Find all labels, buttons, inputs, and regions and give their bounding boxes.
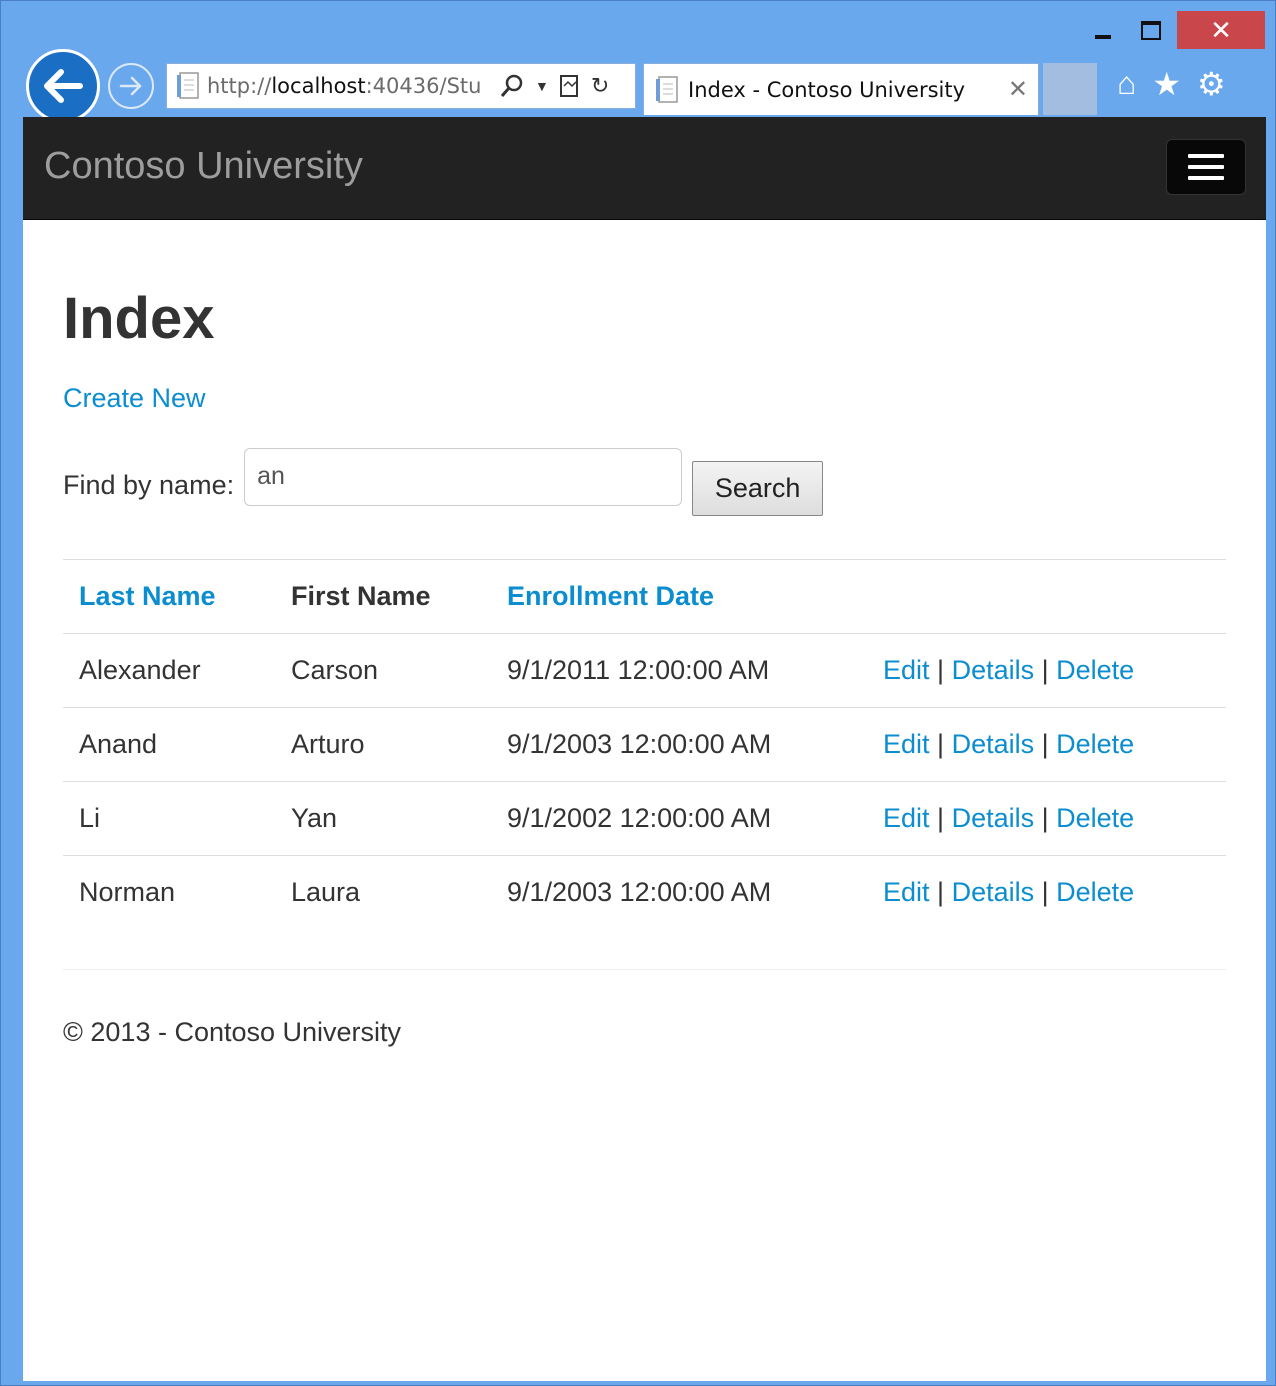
cell-last-name: Alexander — [63, 633, 275, 708]
footer-divider — [63, 969, 1226, 970]
cell-first-name: Laura — [275, 855, 491, 929]
cell-actions: Edit | Details | Delete — [867, 633, 1226, 708]
delete-link[interactable]: Delete — [1056, 803, 1134, 833]
search-input[interactable] — [244, 447, 683, 506]
header-enrollment-date[interactable]: Enrollment Date — [491, 559, 867, 634]
hamburger-icon-bar — [1188, 165, 1224, 169]
search-button[interactable]: Search — [692, 461, 824, 516]
minimize-button[interactable] — [1083, 11, 1123, 49]
separator: | — [1041, 729, 1049, 759]
separator: | — [937, 729, 945, 759]
hamburger-icon-bar — [1188, 176, 1224, 180]
table-row: Anand Arturo 9/1/2003 12:00:00 AM Edit |… — [63, 707, 1226, 782]
navbar: Contoso University — [23, 117, 1266, 220]
cell-enrollment-date: 9/1/2011 12:00:00 AM — [491, 633, 867, 708]
browser-tab[interactable]: Index - Contoso University ✕ — [643, 63, 1039, 115]
search-form: Find by name: Search — [63, 437, 824, 516]
page-icon — [656, 75, 678, 103]
separator: | — [937, 877, 945, 907]
home-icon[interactable]: ⌂ — [1117, 65, 1136, 103]
separator: | — [1041, 655, 1049, 685]
back-button[interactable] — [26, 49, 100, 123]
cell-last-name: Norman — [63, 855, 275, 929]
cell-actions: Edit | Details | Delete — [867, 707, 1226, 782]
arrow-right-icon — [119, 76, 142, 96]
address-bar[interactable]: http://localhost:40436/Stu ▼ ↻ — [166, 63, 636, 109]
edit-link[interactable]: Edit — [883, 803, 930, 833]
table-header-row: Last Name First Name Enrollment Date — [63, 559, 1226, 634]
table-row: Li Yan 9/1/2002 12:00:00 AM Edit | Detai… — [63, 781, 1226, 856]
cell-first-name: Arturo — [275, 707, 491, 782]
details-link[interactable]: Details — [952, 655, 1035, 685]
page-icon — [177, 72, 199, 99]
search-icon[interactable] — [499, 73, 525, 99]
navbar-brand[interactable]: Contoso University — [44, 145, 363, 188]
minimize-icon — [1095, 35, 1111, 39]
header-last-name[interactable]: Last Name — [63, 559, 275, 634]
arrow-left-icon — [44, 69, 83, 103]
url-text[interactable]: http://localhost:40436/Stu — [207, 74, 487, 98]
forward-button[interactable] — [108, 63, 154, 109]
refresh-icon[interactable]: ↻ — [591, 73, 609, 99]
maximize-button[interactable] — [1129, 11, 1173, 49]
tab-title: Index - Contoso University — [688, 77, 966, 102]
search-label: Find by name: — [63, 470, 235, 500]
delete-link[interactable]: Delete — [1056, 655, 1134, 685]
page-viewport: Contoso University Index Create New Find… — [23, 117, 1266, 1381]
url-host: localhost — [271, 74, 366, 98]
address-tools: ▼ ↻ — [499, 73, 609, 99]
edit-link[interactable]: Edit — [883, 729, 930, 759]
delete-link[interactable]: Delete — [1056, 877, 1134, 907]
cell-first-name: Yan — [275, 781, 491, 856]
separator: | — [1041, 877, 1049, 907]
create-new-link[interactable]: Create New — [63, 383, 206, 414]
table-row: Alexander Carson 9/1/2011 12:00:00 AM Ed… — [63, 633, 1226, 708]
separator: | — [937, 803, 945, 833]
cell-enrollment-date: 9/1/2002 12:00:00 AM — [491, 781, 867, 856]
dropdown-arrow-icon[interactable]: ▼ — [535, 78, 549, 94]
details-link[interactable]: Details — [952, 729, 1035, 759]
students-table: Last Name First Name Enrollment Date Ale… — [63, 559, 1226, 929]
page-title: Index — [63, 286, 215, 351]
table-row: Norman Laura 9/1/2003 12:00:00 AM Edit |… — [63, 855, 1226, 929]
compatibility-view-icon[interactable] — [559, 74, 581, 98]
footer-copyright: © 2013 - Contoso University — [63, 1017, 402, 1047]
navbar-toggle-button[interactable] — [1166, 139, 1246, 195]
header-actions — [867, 559, 1226, 634]
edit-link[interactable]: Edit — [883, 877, 930, 907]
cell-enrollment-date: 9/1/2003 12:00:00 AM — [491, 707, 867, 782]
browser-window: ✕ http://localhost:40436/Stu ▼ ↻ Index -… — [0, 0, 1276, 1386]
browser-toolbar-icons: ⌂ ★ ⚙ — [1117, 65, 1226, 103]
separator: | — [1041, 803, 1049, 833]
close-tab-icon[interactable]: ✕ — [1008, 75, 1028, 104]
cell-first-name: Carson — [275, 633, 491, 708]
close-icon: ✕ — [1210, 14, 1232, 45]
details-link[interactable]: Details — [952, 877, 1035, 907]
cell-actions: Edit | Details | Delete — [867, 781, 1226, 856]
maximize-icon — [1141, 20, 1161, 40]
sort-last-name-link[interactable]: Last Name — [79, 581, 216, 611]
header-first-name: First Name — [275, 559, 491, 634]
cell-actions: Edit | Details | Delete — [867, 855, 1226, 929]
hamburger-icon-bar — [1188, 154, 1224, 158]
url-path: :40436/Stu — [365, 74, 482, 98]
close-window-button[interactable]: ✕ — [1177, 11, 1265, 49]
delete-link[interactable]: Delete — [1056, 729, 1134, 759]
settings-gear-icon[interactable]: ⚙ — [1197, 65, 1226, 103]
url-scheme: http:// — [207, 74, 272, 98]
separator: | — [937, 655, 945, 685]
details-link[interactable]: Details — [952, 803, 1035, 833]
new-tab-button[interactable] — [1043, 63, 1097, 115]
sort-enrollment-date-link[interactable]: Enrollment Date — [507, 581, 714, 611]
edit-link[interactable]: Edit — [883, 655, 930, 685]
cell-last-name: Li — [63, 781, 275, 856]
favorites-star-icon[interactable]: ★ — [1152, 65, 1181, 103]
cell-enrollment-date: 9/1/2003 12:00:00 AM — [491, 855, 867, 929]
cell-last-name: Anand — [63, 707, 275, 782]
